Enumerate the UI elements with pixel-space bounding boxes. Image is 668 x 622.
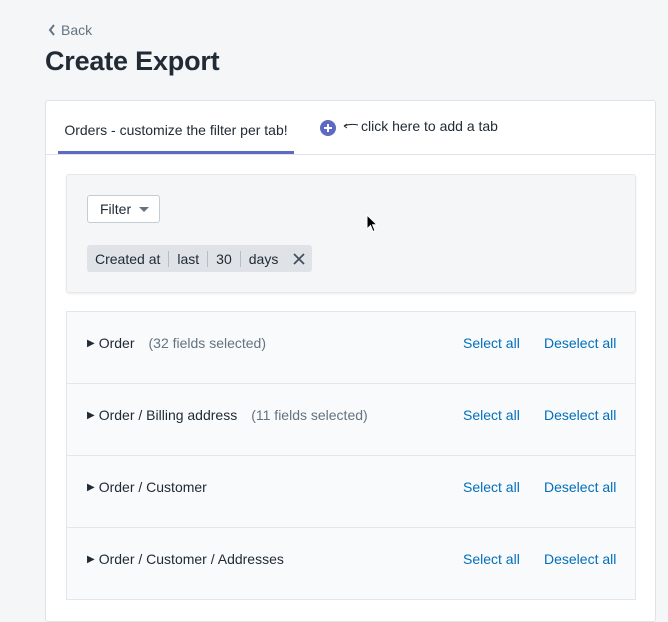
add-tab-icon[interactable] — [320, 120, 336, 136]
caret-down-icon — [139, 206, 150, 212]
section-row: ▶ Order (32 fields selected) Select all … — [66, 311, 636, 384]
back-link[interactable]: Back — [47, 22, 92, 38]
selected-count: (32 fields selected) — [148, 335, 267, 351]
arrow-left-icon — [343, 123, 359, 129]
triangle-right-icon: ▶ — [87, 481, 95, 493]
deselect-all-link[interactable]: Deselect all — [544, 528, 616, 590]
add-tab-hint: click here to add a tab — [341, 118, 498, 134]
deselect-all-link[interactable]: Deselect all — [544, 456, 616, 518]
select-all-link[interactable]: Select all — [463, 528, 520, 590]
mouse-cursor-icon — [366, 214, 378, 233]
chip-operator: last — [169, 250, 209, 267]
tab-orders-label: Orders - customize the filter per tab! — [64, 122, 288, 138]
select-all-link[interactable]: Select all — [463, 312, 520, 374]
section-label: Order / Customer — [98, 479, 207, 495]
chevron-left-icon — [48, 24, 55, 36]
filter-chip[interactable]: Created at last 30 days — [87, 245, 313, 272]
section-label: Order / Billing address — [98, 407, 238, 423]
tab-bar: Orders - customize the filter per tab! c… — [46, 101, 655, 155]
tab-orders[interactable]: Orders - customize the filter per tab! — [58, 101, 294, 154]
section-toggle-billing-address[interactable]: ▶ Order / Billing address (11 fields sel… — [87, 384, 368, 446]
field-sections: ▶ Order (32 fields selected) Select all … — [66, 311, 636, 600]
triangle-right-icon: ▶ — [87, 337, 95, 349]
section-label: Order — [98, 335, 135, 351]
chip-unit: days — [248, 250, 279, 267]
section-toggle-customer-addresses[interactable]: ▶ Order / Customer / Addresses — [87, 528, 284, 590]
export-card: Orders - customize the filter per tab! c… — [45, 100, 656, 622]
selected-count: (11 fields selected) — [251, 407, 368, 423]
add-tab-hint-text: click here to add a tab — [361, 118, 498, 134]
close-icon — [293, 252, 305, 265]
remove-filter-button[interactable] — [286, 245, 312, 272]
chip-field: Created at — [95, 250, 170, 267]
section-toggle-order[interactable]: ▶ Order (32 fields selected) — [87, 312, 266, 374]
filter-button[interactable]: Filter — [87, 195, 161, 223]
back-label: Back — [61, 22, 93, 38]
filter-panel: Filter Created at last 30 days — [66, 174, 636, 293]
section-label: Order / Customer / Addresses — [98, 551, 284, 567]
page-title: Create Export — [45, 46, 220, 76]
triangle-right-icon: ▶ — [87, 409, 95, 421]
section-row: ▶ Order / Customer Select all Deselect a… — [66, 456, 636, 528]
section-toggle-customer[interactable]: ▶ Order / Customer — [87, 456, 207, 518]
deselect-all-link[interactable]: Deselect all — [544, 312, 616, 374]
select-all-link[interactable]: Select all — [463, 384, 520, 446]
chip-value: 30 — [208, 250, 241, 267]
triangle-right-icon: ▶ — [87, 553, 95, 565]
select-all-link[interactable]: Select all — [463, 456, 520, 518]
section-row: ▶ Order / Billing address (11 fields sel… — [66, 384, 636, 456]
section-row: ▶ Order / Customer / Addresses Select al… — [66, 528, 636, 600]
filter-button-label: Filter — [100, 201, 132, 217]
deselect-all-link[interactable]: Deselect all — [544, 384, 616, 446]
